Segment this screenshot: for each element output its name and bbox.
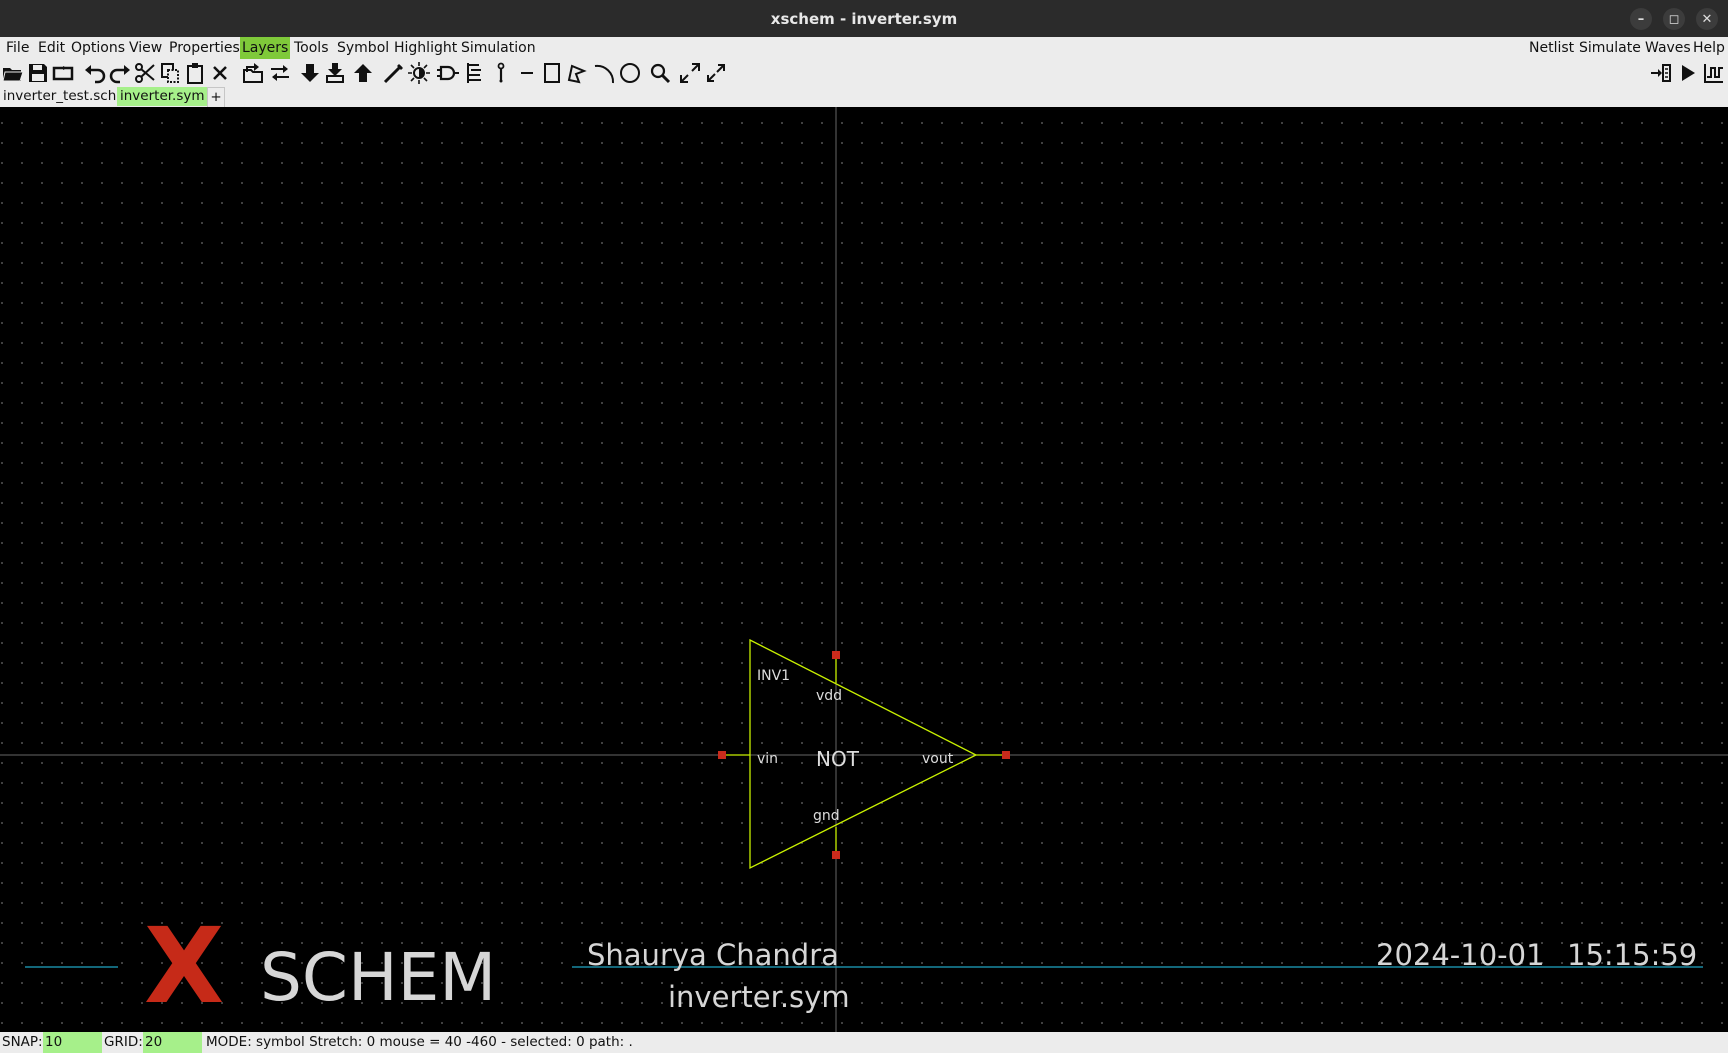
status-bar: SNAP: 10 GRID: 20 MODE: symbol Stretch: … xyxy=(0,1032,1728,1053)
schematic-canvas[interactable]: INV1 vdd vin NOT vout gnd X SCHEM Shaury… xyxy=(0,107,1728,1032)
menu-simulation[interactable]: Simulation xyxy=(459,37,538,59)
minimize-button[interactable]: – xyxy=(1630,8,1652,30)
menu-simulate[interactable]: Simulate xyxy=(1577,37,1643,59)
instance-name-label: INV1 xyxy=(757,668,790,684)
open-file-icon[interactable] xyxy=(1,61,25,85)
vin-label: vin xyxy=(757,751,778,767)
swap-icon[interactable] xyxy=(268,61,292,85)
zoom-out-icon[interactable] xyxy=(704,61,728,85)
menu-highlight[interactable]: Highlight xyxy=(392,37,459,59)
undo-icon[interactable] xyxy=(83,61,107,85)
grid-input[interactable]: 20 xyxy=(143,1032,202,1053)
add-tab-button[interactable]: + xyxy=(207,87,225,108)
mode-status-text: MODE: symbol Stretch: 0 mouse = 40 -460 … xyxy=(206,1034,633,1050)
menu-help[interactable]: Help xyxy=(1691,37,1727,59)
insert-symbol-icon[interactable] xyxy=(436,61,460,85)
title-bar: xschem - inverter.sym – ◻ ✕ xyxy=(0,0,1728,37)
save-icon[interactable] xyxy=(26,61,50,85)
date-label: 2024-10-01 xyxy=(1376,938,1545,972)
vout-pin[interactable] xyxy=(1002,751,1010,759)
zoom-icon[interactable] xyxy=(648,61,672,85)
netlist-icon[interactable] xyxy=(1649,61,1673,85)
arc-icon[interactable] xyxy=(592,61,616,85)
close-window-button[interactable]: ✕ xyxy=(1696,8,1718,30)
tab-inverter-sym[interactable]: inverter.sym xyxy=(117,87,208,106)
rect-icon[interactable] xyxy=(540,61,564,85)
descend-symbol-icon[interactable] xyxy=(323,61,347,85)
menu-symbol[interactable]: Symbol xyxy=(335,37,391,59)
xschem-logo-x: X xyxy=(144,905,224,1027)
snap-input[interactable]: 10 xyxy=(43,1032,102,1053)
open-parent-icon[interactable] xyxy=(242,61,266,85)
circle-icon[interactable] xyxy=(618,61,642,85)
grid-label: GRID: xyxy=(104,1034,143,1050)
filename-label: inverter.sym xyxy=(668,980,850,1014)
gnd-pin[interactable] xyxy=(832,851,840,859)
delete-icon[interactable] xyxy=(208,61,232,85)
redo-icon[interactable] xyxy=(108,61,132,85)
copy-icon[interactable] xyxy=(158,61,182,85)
menu-waves[interactable]: Waves xyxy=(1643,37,1693,59)
simulate-icon[interactable] xyxy=(1676,61,1700,85)
line-icon[interactable] xyxy=(515,61,539,85)
paste-icon[interactable] xyxy=(183,61,207,85)
reload-icon[interactable] xyxy=(51,61,75,85)
polygon-icon[interactable] xyxy=(565,61,589,85)
menu-view[interactable]: View xyxy=(127,37,164,59)
menu-bar: File Edit Options View Properties Layers… xyxy=(0,37,1728,60)
window-title: xschem - inverter.sym xyxy=(770,9,958,28)
zoom-in-icon[interactable] xyxy=(678,61,702,85)
inverter-symbol[interactable]: INV1 vdd vin NOT vout gnd xyxy=(718,638,1010,870)
cut-icon[interactable] xyxy=(133,61,157,85)
menu-netlist[interactable]: Netlist xyxy=(1527,37,1576,59)
go-back-icon[interactable] xyxy=(351,61,375,85)
vdd-label: vdd xyxy=(816,688,842,704)
menu-options[interactable]: Options xyxy=(69,37,127,59)
xschem-logo-text: SCHEM xyxy=(260,939,496,1016)
menu-edit[interactable]: Edit xyxy=(36,37,67,59)
menu-properties[interactable]: Properties xyxy=(167,37,242,59)
wire-icon[interactable] xyxy=(382,61,406,85)
title-block: X SCHEM Shaurya Chandra inverter.sym 202… xyxy=(25,905,1703,1027)
vdd-pin[interactable] xyxy=(832,651,840,659)
menu-layers[interactable]: Layers xyxy=(240,37,291,59)
maximize-button[interactable]: ◻ xyxy=(1663,8,1685,30)
app-window: xschem - inverter.sym – ◻ ✕ File Edit Op… xyxy=(0,0,1728,1053)
author-label: Shaurya Chandra xyxy=(587,938,839,972)
waves-icon[interactable] xyxy=(1702,61,1726,85)
menu-file[interactable]: File xyxy=(4,37,31,59)
menu-tools[interactable]: Tools xyxy=(292,37,331,59)
vin-pin[interactable] xyxy=(718,751,726,759)
symbol-type-label: NOT xyxy=(816,747,860,771)
snap-label: SNAP: xyxy=(2,1034,43,1050)
highlight-icon[interactable] xyxy=(407,61,431,85)
tab-bar: inverter_test.sch inverter.sym + xyxy=(0,87,1728,108)
toolbar xyxy=(0,59,1728,87)
tab-inverter-test-sch[interactable]: inverter_test.sch xyxy=(0,87,119,106)
pin-icon[interactable] xyxy=(489,61,513,85)
gnd-label: gnd xyxy=(813,808,840,824)
canvas-drawing: INV1 vdd vin NOT vout gnd X SCHEM Shaury… xyxy=(0,107,1728,1032)
vout-label: vout xyxy=(922,751,954,767)
descend-icon[interactable] xyxy=(298,61,322,85)
time-label: 15:15:59 xyxy=(1567,938,1697,972)
align-icon[interactable] xyxy=(463,61,487,85)
